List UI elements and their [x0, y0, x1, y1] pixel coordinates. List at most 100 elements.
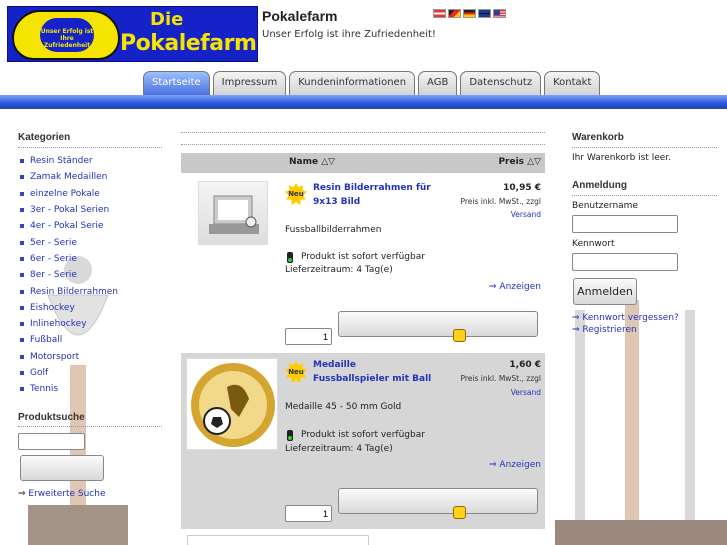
product-image[interactable] — [186, 358, 278, 450]
tab-datenschutz[interactable]: Datenschutz — [460, 71, 542, 95]
flag-at-icon[interactable] — [433, 9, 446, 18]
username-label: Benutzername — [572, 201, 638, 211]
availability-text: Produkt ist sofort verfügbar — [301, 430, 425, 440]
show-details-link[interactable]: ⇒ Anzeigen — [489, 282, 541, 292]
forgot-password-link[interactable]: ⇒ Kennwort vergessen? — [572, 313, 679, 323]
show-details-link[interactable]: ⇒ Anzeigen — [489, 460, 541, 470]
divider — [572, 195, 717, 196]
category-item[interactable]: Fußball — [20, 332, 118, 348]
search-input[interactable] — [18, 433, 85, 450]
product-price: 1,60 € — [509, 360, 541, 370]
shipping-link[interactable]: Versand — [501, 210, 541, 219]
new-badge: Neu — [285, 183, 307, 205]
category-link[interactable]: 8er - Serie — [30, 270, 77, 280]
category-link[interactable]: 5er - Serie — [30, 238, 77, 248]
category-item[interactable]: 8er - Serie — [20, 267, 118, 283]
category-link[interactable]: Tennis — [30, 384, 58, 394]
cart-title: Warenkorb — [572, 132, 624, 143]
add-to-cart-button[interactable] — [338, 488, 538, 514]
category-link[interactable]: Golf — [30, 368, 48, 378]
category-link[interactable]: Fußball — [30, 335, 62, 345]
sort-price-header[interactable]: Preis △▽ — [498, 157, 541, 167]
category-item[interactable]: 6er - Serie — [20, 251, 118, 267]
cart-icon[interactable] — [453, 506, 466, 519]
shipping-link[interactable]: Versand — [501, 388, 541, 397]
tab-kontakt[interactable]: Kontakt — [544, 71, 601, 95]
login-button[interactable]: Anmelden — [573, 278, 637, 305]
register-link[interactable]: ⇒ Registrieren — [572, 325, 637, 335]
tab-impressum[interactable]: Impressum — [212, 71, 287, 95]
category-item[interactable]: 5er - Serie — [20, 234, 118, 250]
site-slogan: Unser Erfolg ist ihre Zufriedenheit! — [262, 29, 436, 40]
category-link[interactable]: 6er - Serie — [30, 254, 77, 264]
tab-kundeninformationen[interactable]: Kundeninformationen — [289, 71, 416, 95]
product-row: Neu Resin Bilderrahmen für 9x13 Bild 10,… — [181, 173, 545, 349]
language-flags — [433, 9, 506, 18]
trophy-logo-icon: Unser Erfolg ist Ihre Zufriedenheit — [12, 10, 120, 60]
category-link[interactable]: einzelne Pokale — [30, 189, 100, 199]
category-link[interactable]: Inlinehockey — [30, 319, 87, 329]
username-field[interactable] — [572, 215, 678, 233]
quantity-input[interactable] — [285, 328, 332, 345]
main-nav-tabs: Startseite Impressum Kundeninformationen… — [143, 71, 601, 95]
category-link[interactable]: Resin Bilderrahmen — [30, 287, 118, 297]
sort-name-header[interactable]: Name △▽ — [289, 157, 335, 167]
category-item[interactable]: Golf — [20, 365, 118, 381]
category-item[interactable]: Zamak Medaillen — [20, 169, 118, 185]
product-image[interactable] — [198, 181, 268, 245]
flag-us-icon[interactable] — [493, 9, 506, 18]
tab-agb[interactable]: AGB — [418, 71, 458, 95]
search-button[interactable] — [20, 455, 104, 481]
category-item[interactable]: 4er - Pokal Serie — [20, 218, 118, 234]
category-item[interactable]: Eishockey — [20, 300, 118, 316]
divider — [181, 132, 545, 133]
category-item[interactable]: Motorsport — [20, 349, 118, 365]
advanced-search-text[interactable]: Erweiterte Suche — [28, 489, 105, 499]
availability-traffic-light-icon — [287, 430, 293, 441]
category-list: Resin Ständer Zamak Medaillen einzelne P… — [20, 153, 118, 397]
tab-startseite[interactable]: Startseite — [143, 71, 210, 95]
category-item[interactable]: Resin Bilderrahmen — [20, 283, 118, 299]
divider — [18, 147, 162, 148]
availability-traffic-light-icon — [287, 252, 293, 263]
product-table-header: Name △▽ Preis △▽ — [181, 153, 545, 173]
product-title-link[interactable]: Medaille Fussballspieler mit Ball — [313, 358, 433, 386]
add-to-cart-button[interactable] — [338, 311, 538, 337]
product-description: Medaille 45 - 50 mm Gold — [285, 402, 402, 412]
advanced-search-link[interactable]: ⇒ Erweiterte Suche — [18, 489, 106, 499]
password-field[interactable] — [572, 253, 678, 271]
new-badge: Neu — [285, 361, 307, 383]
logo-word-die: Die — [150, 9, 184, 30]
category-item[interactable]: Inlinehockey — [20, 316, 118, 332]
flag-de-special-icon[interactable] — [448, 9, 461, 18]
quantity-input[interactable] — [285, 505, 332, 522]
category-link[interactable]: 4er - Pokal Serie — [30, 221, 103, 231]
divider — [18, 426, 162, 427]
category-link[interactable]: Motorsport — [30, 352, 79, 362]
next-product-image — [187, 535, 369, 545]
search-title: Produktsuche — [18, 412, 85, 423]
category-item[interactable]: einzelne Pokale — [20, 186, 118, 202]
flag-de-icon[interactable] — [463, 9, 476, 18]
product-row: Neu Medaille Fussballspieler mit Ball 1,… — [181, 353, 545, 529]
category-item[interactable]: 3er - Pokal Serien — [20, 202, 118, 218]
delivery-time: Lieferzeitraum: 4 Tag(e) — [285, 444, 393, 454]
flag-gb-icon[interactable] — [478, 9, 491, 18]
product-price: 10,95 € — [503, 183, 541, 193]
soccer-medal-icon — [191, 363, 275, 447]
picture-frame-icon — [209, 195, 259, 234]
category-item[interactable]: Tennis — [20, 381, 118, 397]
category-link[interactable]: Resin Ständer — [30, 156, 93, 166]
product-description: Fussballbilderrahmen — [285, 225, 382, 235]
cart-icon[interactable] — [453, 329, 466, 342]
password-label: Kennwort — [572, 239, 615, 249]
site-logo[interactable]: Unser Erfolg ist Ihre Zufriedenheit Die … — [7, 6, 258, 62]
logo-word-pokalefarm: Pokalefarm — [120, 31, 257, 56]
nav-bar — [0, 95, 727, 109]
category-link[interactable]: 3er - Pokal Serien — [30, 205, 109, 215]
category-item[interactable]: Resin Ständer — [20, 153, 118, 169]
category-link[interactable]: Eishockey — [30, 303, 75, 313]
product-title-link[interactable]: Resin Bilderrahmen für 9x13 Bild — [313, 181, 433, 209]
site-title: Pokalefarm — [262, 8, 338, 24]
category-link[interactable]: Zamak Medaillen — [30, 172, 107, 182]
